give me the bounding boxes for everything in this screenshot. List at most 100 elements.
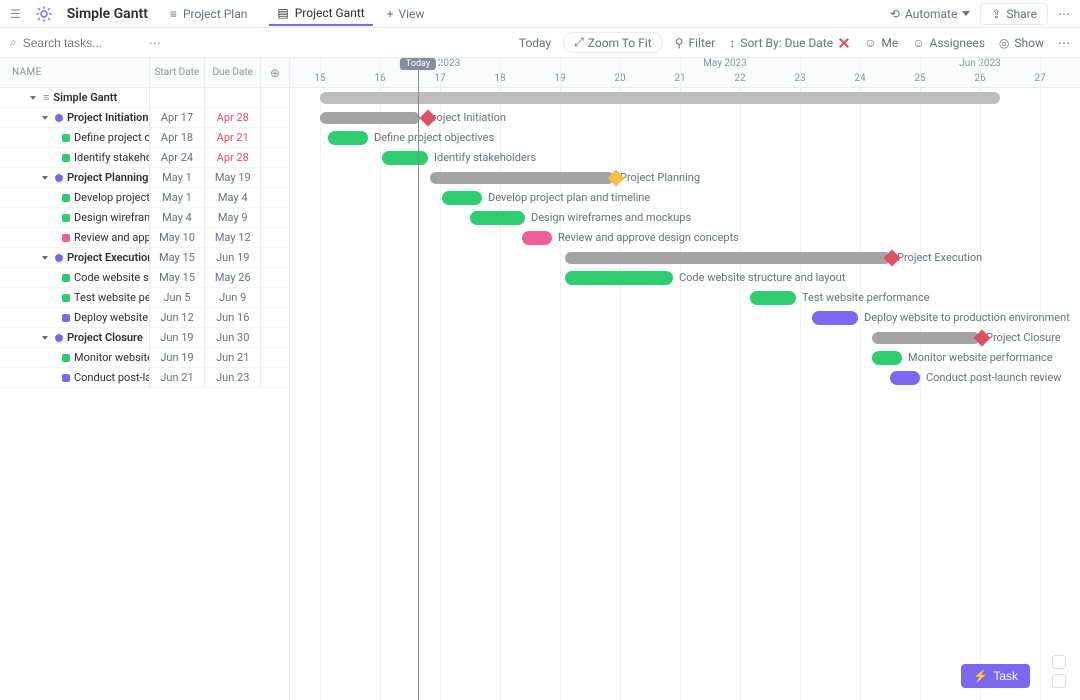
task-row[interactable]: Project ClosureJun 19Jun 30 bbox=[0, 328, 289, 348]
column-add-header[interactable]: ⊕ bbox=[261, 66, 289, 80]
task-row[interactable]: Design wireframes and mockupsMay 4May 9 bbox=[0, 208, 289, 228]
fab-1[interactable] bbox=[1052, 655, 1066, 669]
due-date-cell[interactable]: May 26 bbox=[205, 268, 261, 287]
column-name-header[interactable]: NAME bbox=[0, 58, 150, 87]
status-square-icon[interactable] bbox=[62, 374, 70, 382]
task-row[interactable]: Monitor website performanceJun 19Jun 21 bbox=[0, 348, 289, 368]
start-date-cell[interactable]: May 10 bbox=[150, 228, 206, 247]
assignees-button[interactable]: ☺ Assignees bbox=[912, 36, 985, 50]
task-name-cell[interactable]: Deploy website to production environment bbox=[0, 308, 150, 327]
share-button[interactable]: ⇪ Share bbox=[980, 3, 1048, 25]
status-square-icon[interactable] bbox=[62, 194, 70, 202]
task-name-cell[interactable]: Develop project plan and timeline bbox=[0, 188, 150, 207]
caret-down-icon[interactable] bbox=[42, 336, 48, 340]
fab-2[interactable] bbox=[1052, 674, 1066, 688]
start-date-cell[interactable]: May 1 bbox=[150, 188, 206, 207]
start-date-cell[interactable]: Jun 19 bbox=[150, 328, 206, 347]
due-date-cell[interactable]: May 9 bbox=[205, 208, 261, 227]
start-date-cell[interactable]: May 1 bbox=[150, 168, 206, 187]
gantt-bar[interactable] bbox=[872, 332, 980, 344]
start-date-cell[interactable]: Jun 21 bbox=[150, 368, 206, 387]
due-date-cell[interactable]: Jun 21 bbox=[205, 348, 261, 367]
task-row[interactable]: Deploy website to production environment… bbox=[0, 308, 289, 328]
automate-button[interactable]: ⟲ Automate bbox=[890, 7, 970, 21]
due-date-cell[interactable]: Jun 9 bbox=[205, 288, 261, 307]
gantt-bar[interactable] bbox=[890, 371, 920, 385]
status-square-icon[interactable] bbox=[62, 234, 70, 242]
gantt-bar[interactable] bbox=[872, 351, 902, 365]
gantt-bar[interactable] bbox=[750, 291, 796, 305]
gantt-bar[interactable] bbox=[812, 311, 858, 325]
column-start-header[interactable]: Start Date bbox=[150, 58, 206, 87]
gantt-bar[interactable] bbox=[565, 271, 673, 285]
gantt-bar[interactable] bbox=[320, 112, 420, 124]
start-date-cell[interactable]: Jun 19 bbox=[150, 348, 206, 367]
task-name-cell[interactable]: Project Closure bbox=[0, 328, 150, 347]
start-date-cell[interactable]: Jun 12 bbox=[150, 308, 206, 327]
due-date-cell[interactable]: May 4 bbox=[205, 188, 261, 207]
gantt-bar[interactable] bbox=[328, 131, 368, 145]
task-name-cell[interactable]: Identify stakeholders bbox=[0, 148, 150, 167]
more-icon[interactable]: ⋯ bbox=[1058, 7, 1070, 21]
task-row[interactable]: Project PlanningMay 1May 19 bbox=[0, 168, 289, 188]
gantt-bar[interactable] bbox=[565, 252, 891, 264]
task-name-cell[interactable]: Project Planning bbox=[0, 168, 150, 187]
task-row[interactable]: Identify stakeholdersApr 24Apr 28 bbox=[0, 148, 289, 168]
task-name-cell[interactable]: Code website structure and layout bbox=[0, 268, 150, 287]
task-row[interactable]: ≡Simple Gantt bbox=[0, 88, 289, 108]
start-date-cell[interactable]: May 15 bbox=[150, 248, 206, 267]
task-name-cell[interactable]: Design wireframes and mockups bbox=[0, 208, 150, 227]
task-row[interactable]: Test website performanceJun 5Jun 9 bbox=[0, 288, 289, 308]
start-date-cell[interactable]: Jun 5 bbox=[150, 288, 206, 307]
tab-project-gantt[interactable]: ▤ Project Gantt bbox=[269, 2, 372, 26]
start-date-cell[interactable]: Apr 24 bbox=[150, 148, 206, 167]
task-name-cell[interactable]: Project Initiation bbox=[0, 108, 150, 127]
new-task-button[interactable]: ⚡ Task bbox=[961, 664, 1030, 688]
task-row[interactable]: Project InitiationApr 17Apr 28 bbox=[0, 108, 289, 128]
due-date-cell[interactable]: Jun 16 bbox=[205, 308, 261, 327]
due-date-cell[interactable]: Jun 30 bbox=[205, 328, 261, 347]
due-date-cell[interactable]: Jun 23 bbox=[205, 368, 261, 387]
task-name-cell[interactable]: Conduct post-launch review bbox=[0, 368, 150, 387]
gantt-bar[interactable] bbox=[430, 172, 614, 184]
start-date-cell[interactable]: Apr 18 bbox=[150, 128, 206, 147]
add-view-button[interactable]: + View bbox=[387, 7, 425, 21]
due-date-cell[interactable]: Apr 28 bbox=[205, 148, 261, 167]
task-row[interactable]: Develop project plan and timelineMay 1Ma… bbox=[0, 188, 289, 208]
sort-button[interactable]: ↕ Sort By: Due Date bbox=[729, 36, 850, 50]
timeline-pane[interactable]: Apr 2023May 2023Jun 2023Jul 2023 1516171… bbox=[290, 58, 1080, 700]
show-button[interactable]: ◎ Show bbox=[999, 36, 1044, 50]
search-input[interactable] bbox=[23, 36, 143, 50]
caret-down-icon[interactable] bbox=[42, 256, 48, 260]
task-name-cell[interactable]: Review and approve design concepts bbox=[0, 228, 150, 247]
caret-down-icon[interactable] bbox=[42, 116, 48, 120]
task-row[interactable]: Project ExecutionMay 15Jun 19 bbox=[0, 248, 289, 268]
gantt-bar[interactable] bbox=[522, 231, 552, 245]
task-name-cell[interactable]: Monitor website performance bbox=[0, 348, 150, 367]
today-button[interactable]: Today bbox=[519, 36, 551, 50]
task-row[interactable]: Review and approve design conceptsMay 10… bbox=[0, 228, 289, 248]
task-row[interactable]: Code website structure and layoutMay 15M… bbox=[0, 268, 289, 288]
status-square-icon[interactable] bbox=[62, 154, 70, 162]
caret-down-icon[interactable] bbox=[42, 176, 48, 180]
tab-project-plan[interactable]: ≡ Project Plan bbox=[162, 3, 255, 25]
status-square-icon[interactable] bbox=[62, 354, 70, 362]
gantt-bar[interactable] bbox=[320, 92, 1000, 104]
task-row[interactable]: Define project objectivesApr 18Apr 21 bbox=[0, 128, 289, 148]
due-date-cell[interactable]: May 19 bbox=[205, 168, 261, 187]
status-square-icon[interactable] bbox=[62, 274, 70, 282]
start-date-cell[interactable]: May 4 bbox=[150, 208, 206, 227]
status-square-icon[interactable] bbox=[62, 214, 70, 222]
start-date-cell[interactable]: Apr 17 bbox=[150, 108, 206, 127]
zoom-fit-button[interactable]: ⤢ Zoom To Fit bbox=[563, 32, 663, 53]
start-date-cell[interactable]: May 15 bbox=[150, 268, 206, 287]
me-button[interactable]: ☺ Me bbox=[864, 36, 898, 50]
task-name-cell[interactable]: Project Execution bbox=[0, 248, 150, 267]
task-name-cell[interactable]: Define project objectives bbox=[0, 128, 150, 147]
more-icon[interactable]: ⋯ bbox=[149, 36, 161, 50]
more-icon[interactable]: ⋯ bbox=[1058, 36, 1070, 50]
due-date-cell[interactable] bbox=[205, 88, 261, 107]
task-name-cell[interactable]: Test website performance bbox=[0, 288, 150, 307]
sidebar-toggle-icon[interactable]: ☰ bbox=[10, 7, 21, 21]
due-date-cell[interactable]: Apr 28 bbox=[205, 108, 261, 127]
